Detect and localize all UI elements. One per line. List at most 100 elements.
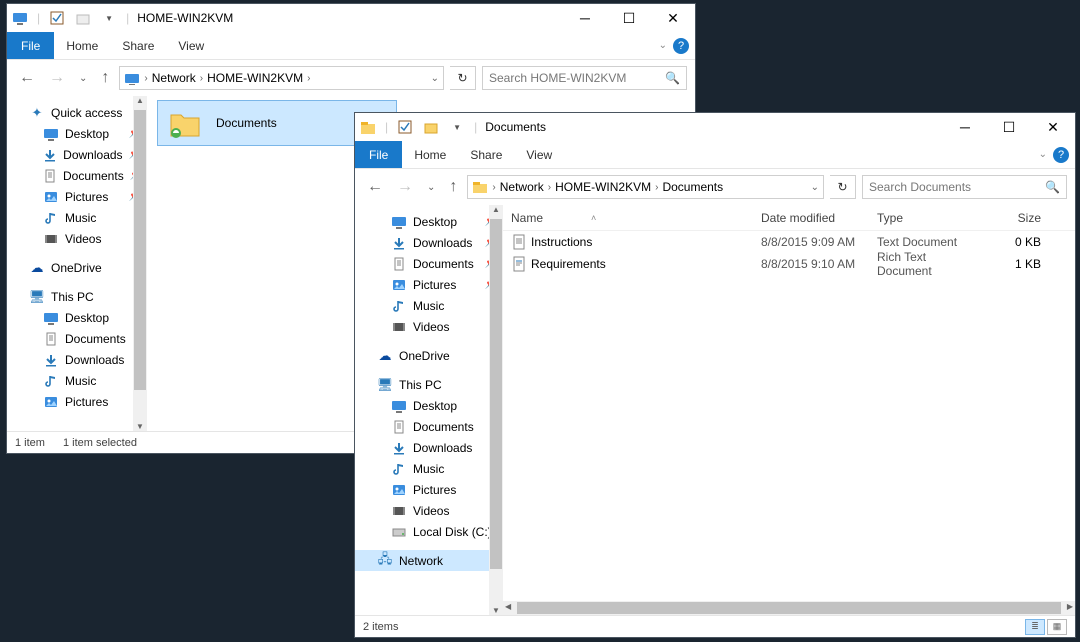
chevron-right-icon[interactable]: ›: [492, 182, 495, 193]
scroll-up-icon[interactable]: ▲: [136, 96, 144, 105]
col-name[interactable]: Name˄: [503, 211, 753, 225]
tab-share[interactable]: Share: [458, 141, 514, 168]
nav-item-pictures[interactable]: Pictures: [355, 479, 503, 500]
ribbon-expand-icon[interactable]: ⌄: [1039, 149, 1047, 160]
column-headers[interactable]: Name˄ Date modified Type Size: [503, 205, 1075, 231]
chevron-right-icon[interactable]: ›: [144, 73, 147, 84]
qat-properties-icon[interactable]: [48, 9, 66, 27]
file-menu[interactable]: File: [355, 141, 402, 168]
nav-forward-button[interactable]: →: [393, 178, 417, 196]
nav-item-documents[interactable]: Documents📌: [355, 253, 503, 274]
qat-dropdown-icon[interactable]: ▼: [100, 9, 118, 27]
search-box[interactable]: Search Documents 🔍: [862, 175, 1067, 199]
qat-newfolder-icon[interactable]: [74, 9, 92, 27]
nav-item-videos[interactable]: Videos: [7, 228, 147, 249]
content-pane[interactable]: Name˄ Date modified Type Size Instructio…: [503, 205, 1075, 615]
crumb-host[interactable]: HOME-WIN2KVM: [207, 71, 303, 85]
file-row[interactable]: Requirements8/8/2015 9:10 AMRich Text Do…: [503, 253, 1075, 275]
scroll-up-icon[interactable]: ▲: [492, 205, 500, 214]
nav-item-music[interactable]: Music: [355, 295, 503, 316]
file-menu[interactable]: File: [7, 32, 54, 59]
nav-onedrive[interactable]: ☁ OneDrive: [7, 257, 147, 278]
nav-item-local-disk-c-[interactable]: Local Disk (C:): [355, 521, 503, 542]
nav-recent-dropdown[interactable]: ⌄: [423, 182, 439, 193]
nav-item-desktop[interactable]: Desktop📌: [7, 123, 147, 144]
maximize-button[interactable]: ☐: [607, 4, 651, 32]
nav-item-documents[interactable]: Documents📌: [7, 165, 147, 186]
address-bar[interactable]: › Network › HOME-WIN2KVM › ⌄: [119, 66, 444, 90]
col-date[interactable]: Date modified: [753, 211, 869, 225]
chevron-right-icon[interactable]: ›: [548, 182, 551, 193]
nav-item-pictures[interactable]: Pictures📌: [7, 186, 147, 207]
nav-this-pc[interactable]: 🖥 This PC: [355, 374, 503, 395]
file-row[interactable]: Instructions8/8/2015 9:09 AMText Documen…: [503, 231, 1075, 253]
nav-back-button[interactable]: ←: [15, 69, 39, 87]
nav-up-button[interactable]: ↑: [445, 178, 461, 196]
nav-item-music[interactable]: Music: [7, 370, 147, 391]
help-icon[interactable]: ?: [673, 38, 689, 54]
scroll-down-icon[interactable]: ▼: [492, 606, 500, 615]
maximize-button[interactable]: ☐: [987, 113, 1031, 141]
nav-item-documents[interactable]: Documents: [355, 416, 503, 437]
minimize-button[interactable]: ─: [943, 113, 987, 141]
horizontal-scrollbar[interactable]: ◀ ▶: [503, 601, 1075, 615]
nav-item-videos[interactable]: Videos: [355, 500, 503, 521]
col-type[interactable]: Type: [869, 211, 987, 225]
nav-this-pc[interactable]: 🖥 This PC: [7, 286, 147, 307]
tab-share[interactable]: Share: [110, 32, 166, 59]
qat-newfolder-icon[interactable]: [422, 118, 440, 136]
refresh-button[interactable]: ↻: [830, 175, 856, 199]
refresh-button[interactable]: ↻: [450, 66, 476, 90]
nav-network[interactable]: 🖧 Network: [355, 550, 503, 571]
nav-item-videos[interactable]: Videos: [355, 316, 503, 337]
scrollbar-thumb[interactable]: [490, 219, 502, 569]
qat-dropdown-icon[interactable]: ▼: [448, 118, 466, 136]
nav-item-pictures[interactable]: Pictures📌: [355, 274, 503, 295]
scrollbar-track[interactable]: ▲ ▼: [489, 205, 503, 615]
chevron-right-icon[interactable]: ›: [200, 73, 203, 84]
tab-home[interactable]: Home: [54, 32, 110, 59]
tab-home[interactable]: Home: [402, 141, 458, 168]
nav-onedrive[interactable]: ☁ OneDrive: [355, 345, 503, 366]
address-bar[interactable]: › Network › HOME-WIN2KVM › Documents ⌄: [467, 175, 824, 199]
titlebar[interactable]: | ▼ | Documents ─ ☐ ✕: [355, 113, 1075, 141]
nav-item-downloads[interactable]: Downloads: [355, 437, 503, 458]
minimize-button[interactable]: ─: [563, 4, 607, 32]
nav-quick-access[interactable]: ✦ Quick access: [7, 102, 147, 123]
scroll-down-icon[interactable]: ▼: [136, 422, 144, 431]
nav-item-desktop[interactable]: Desktop: [355, 395, 503, 416]
nav-up-button[interactable]: ↑: [97, 69, 113, 87]
nav-item-downloads[interactable]: Downloads📌: [7, 144, 147, 165]
crumb-network[interactable]: Network: [152, 71, 196, 85]
nav-back-button[interactable]: ←: [363, 178, 387, 196]
chevron-right-icon[interactable]: ›: [307, 73, 310, 84]
details-view-button[interactable]: ≣: [1025, 619, 1045, 635]
tab-view[interactable]: View: [514, 141, 564, 168]
addr-dropdown-icon[interactable]: ⌄: [811, 182, 819, 193]
scrollbar-track[interactable]: ▲ ▼: [133, 96, 147, 431]
icons-view-button[interactable]: ▦: [1047, 619, 1067, 635]
help-icon[interactable]: ?: [1053, 147, 1069, 163]
close-button[interactable]: ✕: [651, 4, 695, 32]
nav-item-music[interactable]: Music: [7, 207, 147, 228]
nav-recent-dropdown[interactable]: ⌄: [75, 73, 91, 84]
nav-item-desktop[interactable]: Desktop📌: [355, 211, 503, 232]
nav-item-documents[interactable]: Documents: [7, 328, 147, 349]
crumb-network[interactable]: Network: [500, 180, 544, 194]
nav-forward-button[interactable]: →: [45, 69, 69, 87]
nav-item-pictures[interactable]: Pictures: [7, 391, 147, 412]
qat-properties-icon[interactable]: [396, 118, 414, 136]
nav-item-downloads[interactable]: Downloads📌: [355, 232, 503, 253]
crumb-documents[interactable]: Documents: [662, 180, 723, 194]
nav-item-desktop[interactable]: Desktop: [7, 307, 147, 328]
ribbon-expand-icon[interactable]: ⌄: [659, 40, 667, 51]
addr-dropdown-icon[interactable]: ⌄: [431, 73, 439, 84]
titlebar[interactable]: | ▼ | HOME-WIN2KVM ─ ☐ ✕: [7, 4, 695, 32]
scroll-left-icon[interactable]: ◀: [505, 602, 511, 611]
tab-view[interactable]: View: [166, 32, 216, 59]
close-button[interactable]: ✕: [1031, 113, 1075, 141]
scrollbar-thumb[interactable]: [134, 110, 146, 390]
scroll-right-icon[interactable]: ▶: [1067, 602, 1073, 611]
scrollbar-thumb[interactable]: [517, 602, 1061, 614]
nav-item-downloads[interactable]: Downloads: [7, 349, 147, 370]
